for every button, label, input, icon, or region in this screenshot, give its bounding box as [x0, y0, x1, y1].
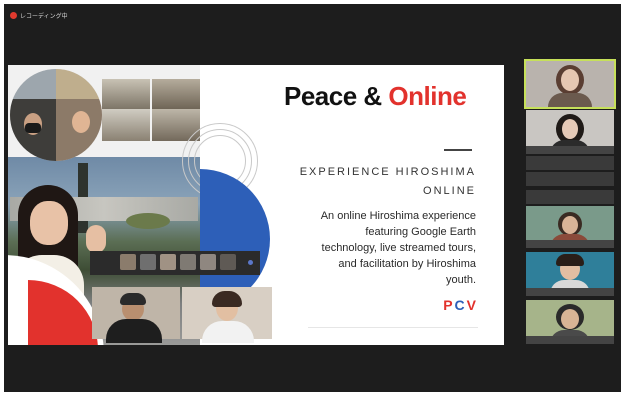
photo-tile: [10, 69, 56, 99]
photo-tile: [56, 69, 102, 99]
name-bar: [526, 336, 614, 344]
classroom-photo: [152, 79, 200, 109]
recording-label: レコーディング中: [20, 13, 68, 20]
face: [562, 119, 578, 139]
face: [562, 216, 578, 234]
thumb: [160, 254, 176, 270]
waving-hand: [86, 225, 106, 253]
face: [561, 309, 579, 329]
participant-tile[interactable]: [526, 156, 614, 170]
participant-tile[interactable]: [526, 206, 614, 248]
body: [202, 321, 254, 343]
cap: [120, 293, 146, 305]
participant-tile[interactable]: [524, 59, 616, 109]
students-circle-photo: [10, 69, 102, 161]
video-thumbnail: [182, 287, 272, 343]
participant-tile[interactable]: [526, 110, 614, 154]
logo-letter: V: [466, 297, 476, 313]
student-face: [72, 111, 90, 133]
face: [561, 69, 579, 91]
participant-tile[interactable]: [526, 300, 614, 344]
title-peace: Peace &: [284, 81, 389, 111]
strip-indicator-icon: [248, 260, 253, 265]
body: [548, 93, 592, 107]
divider: [444, 149, 472, 151]
participant-tile[interactable]: [526, 190, 614, 204]
logo-letter: C: [454, 297, 465, 313]
description-line: and facilitation by Hiroshima: [338, 258, 476, 270]
recording-indicator: レコーディング中: [10, 11, 68, 20]
description-line: An online Hiroshima experience: [320, 210, 476, 222]
title-online: Online: [388, 81, 467, 111]
slide-subtitle: EXPERIENCE HIROSHIMA ONLINE: [256, 163, 476, 201]
name-bar: [526, 288, 614, 296]
screen-share[interactable]: Peace & Online EXPERIENCE HIROSHIMA ONLI…: [8, 65, 504, 345]
participant-tile[interactable]: [526, 252, 614, 296]
video-thumbnail: [92, 287, 180, 343]
record-dot-icon: [10, 12, 17, 19]
classroom-photo: [102, 79, 150, 109]
thumb: [220, 254, 236, 270]
hedge: [126, 213, 170, 229]
gallery-strip: [90, 251, 260, 275]
thumb: [200, 254, 216, 270]
classroom-photo: [102, 109, 150, 141]
divider: [308, 327, 478, 328]
slide-title: Peace & Online: [284, 81, 467, 112]
body: [106, 319, 162, 343]
name-bar: [526, 146, 614, 154]
slide-description: An online Hiroshima experience featuring…: [276, 208, 476, 288]
participant-tile[interactable]: [526, 172, 614, 186]
meeting-window: レコーディング中 Peace & Online EXPERIENCE HIROS…: [4, 4, 621, 392]
hair: [556, 254, 584, 266]
thumb: [120, 254, 136, 270]
subtitle-line: ONLINE: [423, 185, 476, 197]
subtitle-line: EXPERIENCE HIROSHIMA: [299, 166, 476, 178]
thumb: [180, 254, 196, 270]
face: [30, 201, 68, 245]
description-line: featuring Google Earth: [365, 226, 476, 238]
hair: [212, 291, 242, 307]
name-bar: [526, 240, 614, 248]
description-line: youth.: [446, 274, 476, 286]
description-line: technology, live streamed tours,: [321, 242, 476, 254]
pcv-logo: P C V: [443, 297, 476, 313]
logo-letter: P: [443, 297, 453, 313]
face-mask: [25, 123, 41, 133]
thumb: [140, 254, 156, 270]
